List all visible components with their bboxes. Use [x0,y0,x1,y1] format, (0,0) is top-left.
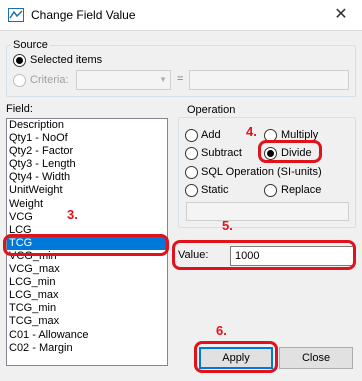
subtract-label: Subtract [201,147,242,159]
close-window-icon[interactable]: ✕ [326,3,356,27]
selected-items-label: Selected items [30,54,103,66]
field-item-c02-margin[interactable]: C02 - Margin [7,342,167,355]
field-item-c01-allowance[interactable]: C01 - Allowance [7,329,167,342]
field-item-weight[interactable]: Weight [7,198,167,211]
sql-operation-radio[interactable] [185,166,198,179]
field-item-lcg-max[interactable]: LCG_max [7,289,167,302]
field-item-tcg-max[interactable]: TCG_max [7,315,167,328]
annotation-step-4: 4. [246,124,257,139]
field-item-lcg-min[interactable]: LCG_min [7,276,167,289]
field-item-qty2[interactable]: Qty2 - Factor [7,145,167,158]
window-title: Change Field Value [31,8,136,22]
subtract-radio[interactable] [185,147,198,160]
annotation-step-6: 6. [216,323,227,338]
annotation-step-5: 5. [222,218,233,233]
field-item-qty3[interactable]: Qty3 - Length [7,158,167,171]
criteria-value-input[interactable] [189,70,349,90]
app-icon [8,8,24,22]
criteria-label: Criteria: [30,74,69,86]
annotation-apply-highlight [194,341,278,373]
field-item-vcg-max[interactable]: VCG_max [7,263,167,276]
title-bar: Change Field Value ✕ [0,0,362,31]
annotation-value-highlight [172,240,356,270]
replace-radio[interactable] [264,184,277,197]
static-radio[interactable] [185,184,198,197]
add-label: Add [201,129,221,141]
annotation-tcg-highlight [3,234,169,256]
sql-operation-label: SQL Operation (SI-units) [201,166,322,178]
replace-label: Replace [281,184,322,196]
source-group-title: Source [11,39,50,51]
close-button[interactable]: Close [279,347,353,369]
field-label: Field: [6,103,33,115]
criteria-radio[interactable] [13,74,26,87]
annotation-divide-highlight [258,140,322,163]
operation-group-title: Operation [185,104,238,116]
field-item-qty4[interactable]: Qty4 - Width [7,171,167,184]
equals-sign: = [177,73,184,85]
criteria-field-combo[interactable]: ▼ [76,70,171,90]
field-item-vcg[interactable]: VCG [7,211,167,224]
field-item-unitweight[interactable]: UnitWeight [7,184,167,197]
chevron-down-icon: ▼ [159,75,167,84]
static-label: Static [201,184,229,196]
selected-items-radio[interactable] [13,54,26,67]
annotation-step-3: 3. [67,207,78,222]
sql-expression-input[interactable] [186,202,349,221]
field-item-description[interactable]: Description [7,119,167,132]
add-radio[interactable] [185,129,198,142]
field-item-qty1[interactable]: Qty1 - NoOf [7,132,167,145]
field-item-tcg-min[interactable]: TCG_min [7,302,167,315]
